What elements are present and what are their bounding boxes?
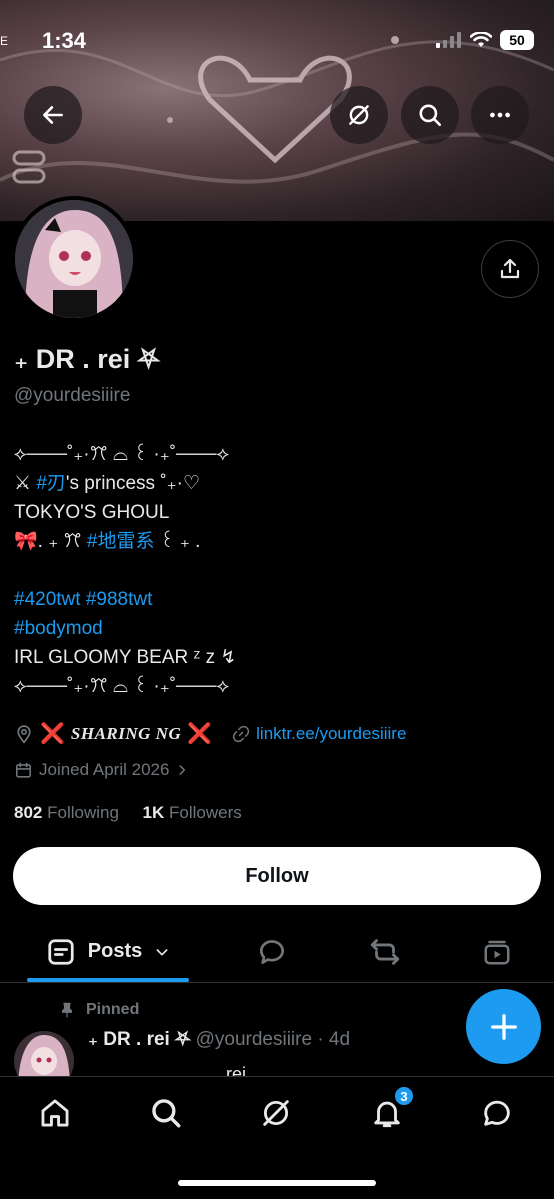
avatar-image — [15, 200, 133, 318]
chevron-right-icon — [179, 765, 186, 775]
home-indicator — [178, 1180, 376, 1186]
pin-icon — [61, 1002, 73, 1018]
nav-search[interactable] — [146, 1093, 186, 1133]
joined-item[interactable]: Joined April 2026 — [14, 760, 189, 780]
tab-reposts[interactable] — [355, 920, 415, 983]
followers-stat[interactable]: 1K Followers — [143, 803, 242, 822]
status-bar: E 1:34 50 — [0, 0, 554, 80]
location-item: ❌ SHARING NG ❌ — [14, 721, 212, 746]
followers-label: Followers — [169, 803, 242, 822]
bio-divider-top: ⟡───˚₊·ꔫ ⌓ ꒰ ·₊˚───⟡ — [14, 444, 230, 465]
nav-messages[interactable] — [477, 1093, 517, 1133]
grok-button[interactable] — [330, 86, 388, 144]
tab-replies[interactable] — [242, 920, 302, 983]
pinned-indicator: Pinned — [58, 1001, 139, 1019]
joined-row[interactable]: Joined April 2026 — [14, 760, 209, 780]
post-header[interactable]: ₊ DR . rei ⛧ @yourdesiiire · 4d — [88, 1028, 350, 1051]
display-name: ₊ DR . rei ⛧ — [14, 344, 160, 374]
chevron-down-icon — [156, 948, 168, 955]
share-icon — [500, 258, 520, 279]
joined-text: Joined April 2026 — [39, 760, 170, 779]
profile-tabs: Posts — [0, 920, 554, 983]
bio-text: ꒰ ₊ . — [154, 531, 201, 552]
bio-text: ⚔ — [14, 473, 37, 494]
tab-media[interactable] — [467, 920, 527, 983]
followers-count: 1K — [142, 803, 165, 822]
wifi-icon — [470, 32, 492, 47]
nav-notifications[interactable]: 3 — [367, 1085, 415, 1133]
website-item[interactable]: linktr.ee/yourdesiiire — [232, 724, 406, 744]
website-link[interactable]: linktr.ee/yourdesiiire — [256, 724, 406, 744]
hashtag-link[interactable]: #刃 — [36, 473, 66, 494]
profile-bio: ⟡───˚₊·ꔫ ⌓ ꒰ ·₊˚───⟡ ⚔ #刃's princess ˚₊·… — [14, 440, 534, 701]
media-icon — [484, 940, 510, 964]
bio-blank-line — [14, 556, 534, 585]
tab-posts[interactable]: Posts — [27, 920, 189, 983]
hashtag-link[interactable]: #bodymod — [14, 614, 534, 643]
hashtag-link[interactable]: #地雷系 — [87, 531, 155, 552]
link-icon — [233, 725, 250, 742]
post-author-handle: @yourdesiiire — [195, 1029, 313, 1050]
active-tab-indicator — [27, 978, 189, 982]
more-icon — [490, 112, 510, 118]
following-stat[interactable]: 802 Following — [14, 803, 119, 822]
bio-text: 's princess ˚₊·♡ — [65, 473, 201, 494]
tab-posts-label: Posts — [87, 940, 143, 962]
grok-icon — [263, 1100, 289, 1126]
nav-grok[interactable] — [256, 1093, 296, 1133]
share-profile-button[interactable] — [481, 240, 539, 298]
location-icon — [17, 724, 31, 744]
search-icon — [419, 104, 442, 127]
compose-post-button[interactable] — [466, 989, 541, 1064]
home-icon — [41, 1099, 69, 1127]
plus-icon — [490, 1013, 517, 1040]
status-icons: 50 — [436, 30, 534, 50]
location-text: SHARING NG — [70, 723, 182, 743]
bio-line-princess: ⚔ #刃's princess ˚₊·♡ — [14, 469, 534, 498]
bio-line-ghoul: TOKYO'S GHOUL — [14, 502, 170, 523]
status-edge-label: E — [0, 34, 9, 48]
bio-text: 🎀. ₊ ꔫ — [14, 531, 87, 552]
location-mark-left: ❌ — [40, 723, 65, 745]
bio-line-jirai: 🎀. ₊ ꔫ #地雷系 ꒰ ₊ . — [14, 527, 534, 556]
arrow-left-icon — [43, 106, 63, 124]
follow-button[interactable]: Follow — [13, 847, 541, 905]
bio-line-gloomy: IRL GLOOMY BEAR ᶻ z ↯ — [14, 647, 237, 668]
more-button[interactable] — [471, 86, 529, 144]
post-author-name: ₊ DR . rei ⛧ — [88, 1029, 191, 1050]
nav-home[interactable] — [35, 1093, 75, 1133]
profile-avatar[interactable] — [11, 196, 137, 322]
post-time: · 4d — [317, 1029, 351, 1050]
follow-stats: 802 Following 1K Followers — [14, 803, 242, 823]
message-icon — [484, 1100, 510, 1126]
grok-icon — [349, 105, 369, 125]
user-handle: @yourdesiiire — [14, 385, 131, 406]
hashtag-link[interactable]: #420twt #988twt — [14, 585, 534, 614]
search-icon — [152, 1099, 181, 1128]
back-button[interactable] — [24, 86, 82, 144]
location-mark-right: ❌ — [187, 723, 213, 745]
repost-icon — [370, 938, 400, 965]
battery-indicator: 50 — [500, 30, 534, 50]
calendar-icon — [15, 762, 32, 778]
profile-meta-row: ❌ SHARING NG ❌ linktr.ee/yourdesiiire — [14, 721, 426, 746]
following-label: Following — [47, 803, 119, 822]
posts-icon — [48, 938, 74, 965]
notifications-badge: 3 — [393, 1085, 415, 1107]
bio-divider-bottom: ⟡───˚₊·ꔫ ⌓ ꒰ ·₊˚───⟡ — [14, 676, 230, 697]
reply-icon — [260, 939, 284, 964]
following-count: 802 — [14, 803, 43, 822]
cellular-signal-icon — [436, 32, 461, 48]
pinned-label: Pinned — [86, 1001, 140, 1018]
status-time: 1:34 — [42, 28, 87, 53]
search-button[interactable] — [401, 86, 459, 144]
